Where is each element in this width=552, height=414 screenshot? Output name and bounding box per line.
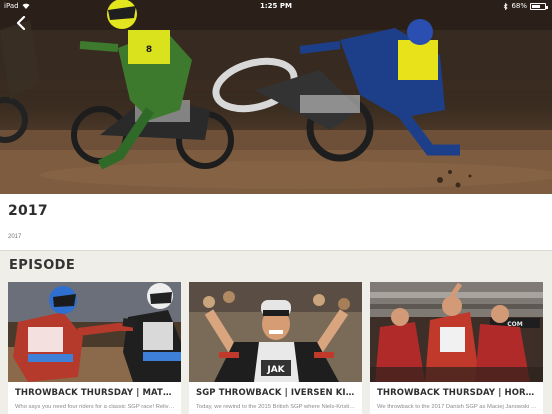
speedway-crash-illustration: 8 [0,0,552,194]
episode-title: THROWBACK THURSDAY | MATCH-RACING [15,388,177,398]
episode-description: Today, we rewind to the 2015 British SGP… [196,404,358,410]
status-time: 1:25 PM [260,2,292,10]
battery-icon [530,2,548,10]
section-heading: EPISODE [9,258,76,273]
podium-riders-image: COM [370,282,543,382]
hero-image: 8 [0,0,552,194]
episode-screen: 8 iPad 1:25 PM 68% 2017 2017 EPISODE THR… [0,0,552,414]
battery-percent: 68% [511,2,527,10]
chevron-left-icon [16,16,26,30]
episode-description: We throwback to the 2017 Danish SGP as M… [377,404,539,410]
episode-description: Who says you need four riders for a clas… [15,404,177,410]
rider-celebrating-image: JAK [189,282,362,382]
back-button[interactable] [12,12,30,34]
svg-text:JAK: JAK [266,365,285,375]
episode-thumbnail: COM [370,282,543,382]
episode-thumbnail: JAK [189,282,362,382]
episode-thumbnail [8,282,181,382]
page-title: 2017 [8,203,48,219]
bluetooth-icon [504,2,509,10]
status-bar: iPad 1:25 PM 68% [0,0,552,12]
page-subtitle: 2017 [8,234,22,240]
episode-card[interactable]: COM THROWBACK THURSDAY | HORSENS HIGHLIG… [370,282,543,414]
info-card: 2017 2017 [0,194,552,251]
episode-title: SGP THROWBACK | IVERSEN KING OF CARDIFF [196,388,358,398]
svg-text:8: 8 [146,45,152,55]
battery-level [532,4,541,8]
episode-title: THROWBACK THURSDAY | HORSENS HIGHLIGHTS [377,388,539,398]
episode-card[interactable]: THROWBACK THURSDAY | MATCH-RACING Who sa… [8,282,181,414]
episode-card[interactable]: JAK SGP THROWBACK | IVERSEN KING OF CARD… [189,282,362,414]
riders-handshake-image [8,282,181,382]
